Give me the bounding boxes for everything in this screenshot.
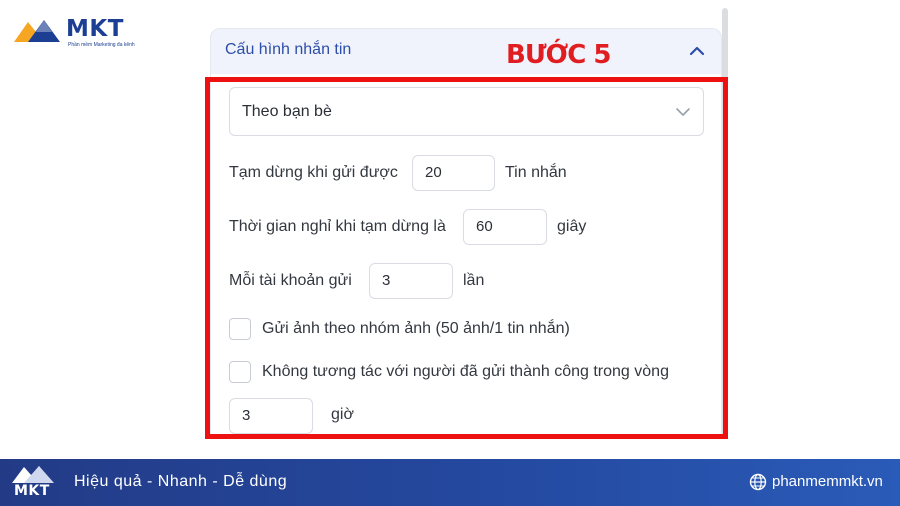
messaging-config-header[interactable]: Cấu hình nhắn tin — [210, 28, 722, 74]
globe-icon — [749, 473, 767, 491]
brand-logo-tagline: Phần mềm Marketing đa kênh — [68, 42, 135, 48]
panel-title: Cấu hình nhắn tin — [225, 41, 352, 58]
chevron-up-icon[interactable] — [687, 41, 707, 61]
footer-tagline: Hiệu quả - Nhanh - Dễ dùng — [74, 473, 288, 490]
footer-logo: MKT — [12, 463, 58, 503]
highlight-frame — [205, 77, 728, 439]
brand-logo: MKT Phần mềm Marketing đa kênh — [14, 14, 135, 50]
brand-logo-text: MKT — [66, 16, 124, 42]
footer-logo-text: MKT — [14, 483, 50, 499]
step-label: BƯỚC 5 — [506, 40, 611, 70]
footer-bar: MKT Hiệu quả - Nhanh - Dễ dùng phanmemmk… — [0, 459, 900, 506]
mountain-logo-icon — [14, 20, 60, 42]
footer-website-link[interactable]: phanmemmkt.vn — [772, 473, 883, 490]
footer-mountain-icon — [12, 466, 54, 483]
